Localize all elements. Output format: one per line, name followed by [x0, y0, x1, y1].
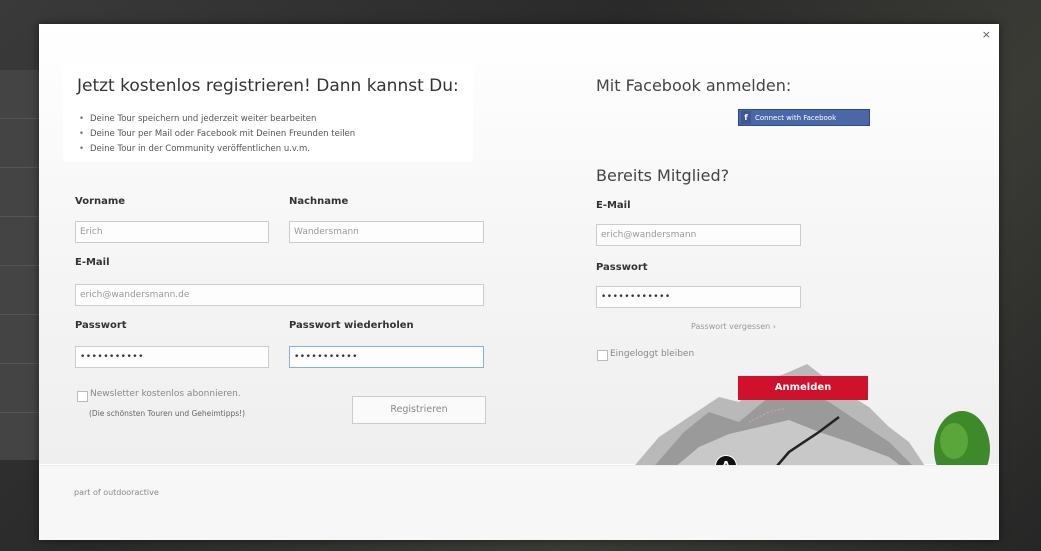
- login-password-field[interactable]: ••••••••••••: [596, 286, 801, 308]
- login-title: Bereits Mitglied?: [596, 166, 730, 185]
- list-item: Deine Tour per Mail oder Facebook mit De…: [79, 127, 355, 142]
- close-icon[interactable]: ×: [982, 28, 991, 41]
- facebook-title: Mit Facebook anmelden:: [596, 76, 792, 95]
- password-label: Passwort: [75, 320, 127, 331]
- background-sidebar: [0, 70, 40, 460]
- register-button[interactable]: Registrieren: [352, 396, 486, 424]
- stay-logged-in-checkbox[interactable]: [597, 350, 608, 361]
- password-repeat-field[interactable]: •••••••••••: [289, 346, 484, 368]
- register-title: Jetzt kostenlos registrieren! Dann kanns…: [77, 76, 459, 96]
- lastname-field[interactable]: Wandersmann: [289, 221, 484, 243]
- login-password-label: Passwort: [596, 262, 648, 273]
- registration-modal: × A part of outdooractive Jetzt kostenlo…: [39, 24, 999, 540]
- lastname-label: Nachname: [289, 196, 349, 207]
- password-repeat-label: Passwort wiederholen: [289, 320, 414, 331]
- login-email-field[interactable]: erich@wandersmann: [596, 224, 801, 246]
- login-button[interactable]: Anmelden: [738, 376, 868, 400]
- benefits-list: Deine Tour speichern und jederzeit weite…: [79, 112, 355, 157]
- newsletter-checkbox[interactable]: [77, 391, 88, 402]
- footer-text[interactable]: part of outdooractive: [74, 488, 159, 497]
- list-item: Deine Tour in der Community veröffentlic…: [79, 142, 355, 157]
- email-field[interactable]: erich@wandersmann.de: [75, 284, 484, 306]
- password-field[interactable]: •••••••••••: [75, 346, 269, 368]
- mountain-illustration: [629, 364, 929, 472]
- stay-logged-in-label[interactable]: Eingeloggt bleiben: [610, 349, 694, 359]
- list-item: Deine Tour speichern und jederzeit weite…: [79, 112, 355, 127]
- forgot-password-link[interactable]: Passwort vergessen ›: [691, 322, 776, 331]
- newsletter-note: (Die schönsten Touren und Geheimtipps!): [89, 409, 246, 418]
- newsletter-label[interactable]: Newsletter kostenlos abonnieren.: [90, 389, 241, 399]
- firstname-field[interactable]: Erich: [75, 221, 269, 243]
- facebook-icon: f: [741, 111, 751, 124]
- firstname-label: Vorname: [75, 196, 126, 207]
- facebook-button-label: Connect with Facebook: [755, 114, 837, 122]
- email-label: E-Mail: [75, 257, 110, 268]
- login-email-label: E-Mail: [596, 200, 631, 211]
- modal-footer: part of outdooractive: [39, 465, 999, 540]
- facebook-connect-button[interactable]: f Connect with Facebook: [738, 109, 870, 126]
